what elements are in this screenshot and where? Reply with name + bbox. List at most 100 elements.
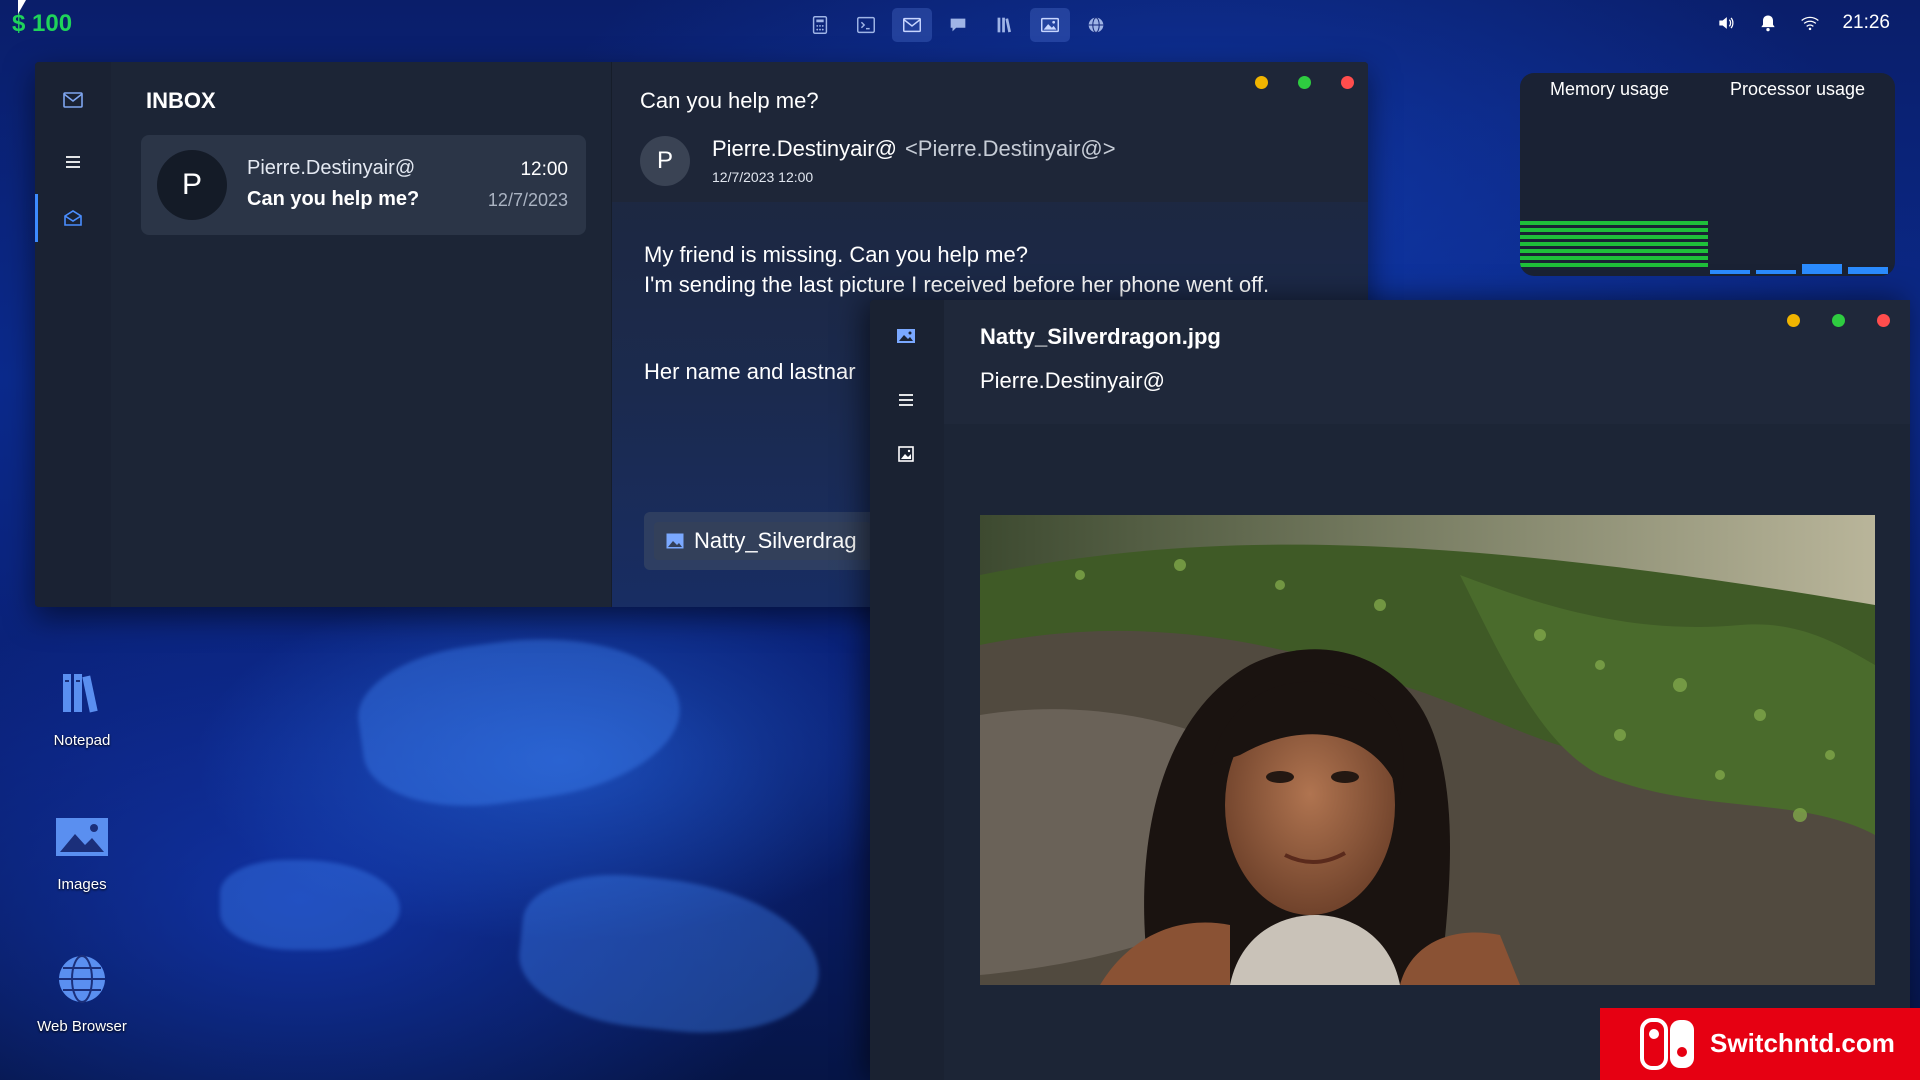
desktop-icon-web-browser[interactable]: Web Browser bbox=[22, 954, 142, 1035]
message-datetime: 12/7/2023 12:00 bbox=[712, 169, 814, 185]
memory-bar bbox=[1520, 263, 1708, 267]
sender-address: <Pierre.Destinyair@> bbox=[904, 136, 1116, 161]
sender-avatar: P bbox=[640, 136, 690, 186]
memory-bar bbox=[1520, 235, 1708, 239]
image-viewer-logo bbox=[886, 316, 926, 356]
attachment-chip[interactable]: Natty_Silverdrag bbox=[654, 522, 871, 560]
body-line: I'm sending the last picture I received … bbox=[644, 272, 1270, 297]
window-controls bbox=[1787, 314, 1890, 327]
taskbar-chat-button[interactable] bbox=[938, 8, 978, 42]
memory-bar bbox=[1520, 228, 1708, 232]
world-map-continent bbox=[512, 864, 828, 1046]
desktop-icon-images[interactable]: Images bbox=[22, 812, 142, 893]
bell-icon[interactable] bbox=[1758, 13, 1778, 33]
console-logo-icon bbox=[1640, 1018, 1694, 1070]
message-body: My friend is missing. Can you help me? I… bbox=[644, 240, 1269, 300]
body-line: Her name and lastnar bbox=[644, 359, 856, 384]
taskbar-terminal-button[interactable] bbox=[846, 8, 886, 42]
message-date: 12/7/2023 bbox=[487, 190, 568, 210]
reader-subject: Can you help me? bbox=[640, 88, 819, 113]
gallery-nav-button[interactable] bbox=[886, 434, 926, 474]
image-sender: Pierre.Destinyair@ bbox=[980, 368, 1165, 393]
processor-usage-label: Processor usage bbox=[1730, 79, 1866, 99]
hamburger-menu-icon bbox=[66, 156, 80, 168]
hamburger-menu-icon bbox=[899, 394, 913, 406]
memory-bar bbox=[1520, 242, 1708, 246]
notepad-icon bbox=[997, 17, 1011, 33]
inbox-icon bbox=[64, 210, 82, 226]
desktop-icon-label: Images bbox=[57, 876, 107, 893]
taskbar bbox=[800, 8, 1116, 42]
processor-usage-graph bbox=[1710, 254, 1890, 274]
taskbar-email-button[interactable] bbox=[892, 8, 932, 42]
image-viewer-sidebar bbox=[870, 300, 944, 1080]
image-viewer-header bbox=[944, 300, 1910, 424]
taskbar-notepad-button[interactable] bbox=[984, 8, 1024, 42]
desktop-icon-label: Notepad bbox=[53, 732, 111, 749]
memory-usage-graph bbox=[1520, 221, 1708, 273]
menu-button[interactable] bbox=[886, 380, 926, 420]
wifi-icon[interactable] bbox=[1800, 13, 1820, 33]
terminal-icon bbox=[857, 16, 875, 34]
body-line: My friend is missing. Can you help me? bbox=[644, 242, 1028, 267]
calculator-icon bbox=[812, 16, 828, 34]
maximize-button[interactable] bbox=[1298, 76, 1311, 89]
images-icon bbox=[897, 329, 915, 343]
list-item[interactable]: P Pierre.Destinyair@ Can you help me? 12… bbox=[141, 135, 586, 235]
sender-name: Pierre.Destinyair@ bbox=[712, 136, 897, 161]
watermark: Switchntd.com bbox=[1600, 1008, 1920, 1080]
menu-button[interactable] bbox=[53, 142, 93, 182]
maximize-button[interactable] bbox=[1832, 314, 1845, 327]
photo-display bbox=[980, 515, 1875, 985]
email-app-logo bbox=[53, 80, 93, 120]
selfie-photo bbox=[980, 515, 1875, 985]
taskbar-calculator-button[interactable] bbox=[800, 8, 840, 42]
close-button[interactable] bbox=[1877, 314, 1890, 327]
minimize-button[interactable] bbox=[1255, 76, 1268, 89]
memory-bar bbox=[1520, 256, 1708, 260]
window-controls bbox=[1255, 76, 1354, 89]
top-bar: $ 100 21:26 bbox=[0, 0, 1920, 50]
desktop-icon-label: Web Browser bbox=[37, 1018, 127, 1035]
notepad-icon bbox=[63, 674, 98, 713]
message-time: 12:00 bbox=[520, 159, 568, 180]
email-icon bbox=[63, 92, 83, 108]
mouse-cursor bbox=[18, 0, 26, 14]
volume-icon[interactable] bbox=[1716, 13, 1736, 33]
taskbar-images-button[interactable] bbox=[1030, 8, 1070, 42]
minimize-button[interactable] bbox=[1787, 314, 1800, 327]
inbox-title: INBOX bbox=[146, 88, 216, 113]
inbox-pane: INBOX P Pierre.Destinyair@ Can you help … bbox=[111, 62, 611, 607]
processor-bar bbox=[1848, 267, 1888, 274]
taskbar-web-browser-button[interactable] bbox=[1076, 8, 1116, 42]
close-button[interactable] bbox=[1341, 76, 1354, 89]
chat-icon bbox=[950, 18, 966, 32]
image-file-icon bbox=[666, 533, 684, 549]
message-sender: Pierre.Destinyair@ bbox=[247, 157, 416, 179]
email-icon bbox=[903, 17, 921, 33]
money-balance: $ 100 bbox=[12, 10, 73, 37]
attachment-name: Natty_Silverdrag bbox=[694, 528, 857, 553]
sender: Pierre.Destinyair@ <Pierre.Destinyair@> bbox=[712, 136, 1116, 162]
system-tray: 21:26 bbox=[1716, 12, 1890, 34]
processor-bar bbox=[1756, 270, 1796, 274]
web-browser-icon bbox=[1088, 17, 1104, 33]
clock: 21:26 bbox=[1842, 12, 1890, 33]
world-map-continent bbox=[350, 618, 690, 822]
system-monitor-widget: Memory usage Processor usage bbox=[1520, 73, 1895, 276]
memory-bar bbox=[1520, 221, 1708, 225]
memory-bar bbox=[1520, 249, 1708, 253]
email-sidebar bbox=[35, 62, 111, 607]
inbox-nav-button[interactable] bbox=[53, 198, 93, 238]
globe-icon bbox=[59, 955, 105, 1003]
image-file-name: Natty_Silverdragon.jpg bbox=[980, 324, 1221, 349]
avatar: P bbox=[157, 150, 227, 220]
desktop-icon-notepad[interactable]: Notepad bbox=[22, 668, 142, 749]
watermark-text: Switchntd.com bbox=[1710, 1028, 1895, 1058]
processor-bar bbox=[1710, 270, 1750, 274]
message-subject: Can you help me? bbox=[247, 188, 420, 210]
images-icon bbox=[56, 818, 108, 856]
image-viewer-window: Natty_Silverdragon.jpg Pierre.Destinyair… bbox=[870, 300, 1910, 1080]
images-icon bbox=[1041, 17, 1059, 33]
world-map-continent bbox=[220, 860, 400, 950]
